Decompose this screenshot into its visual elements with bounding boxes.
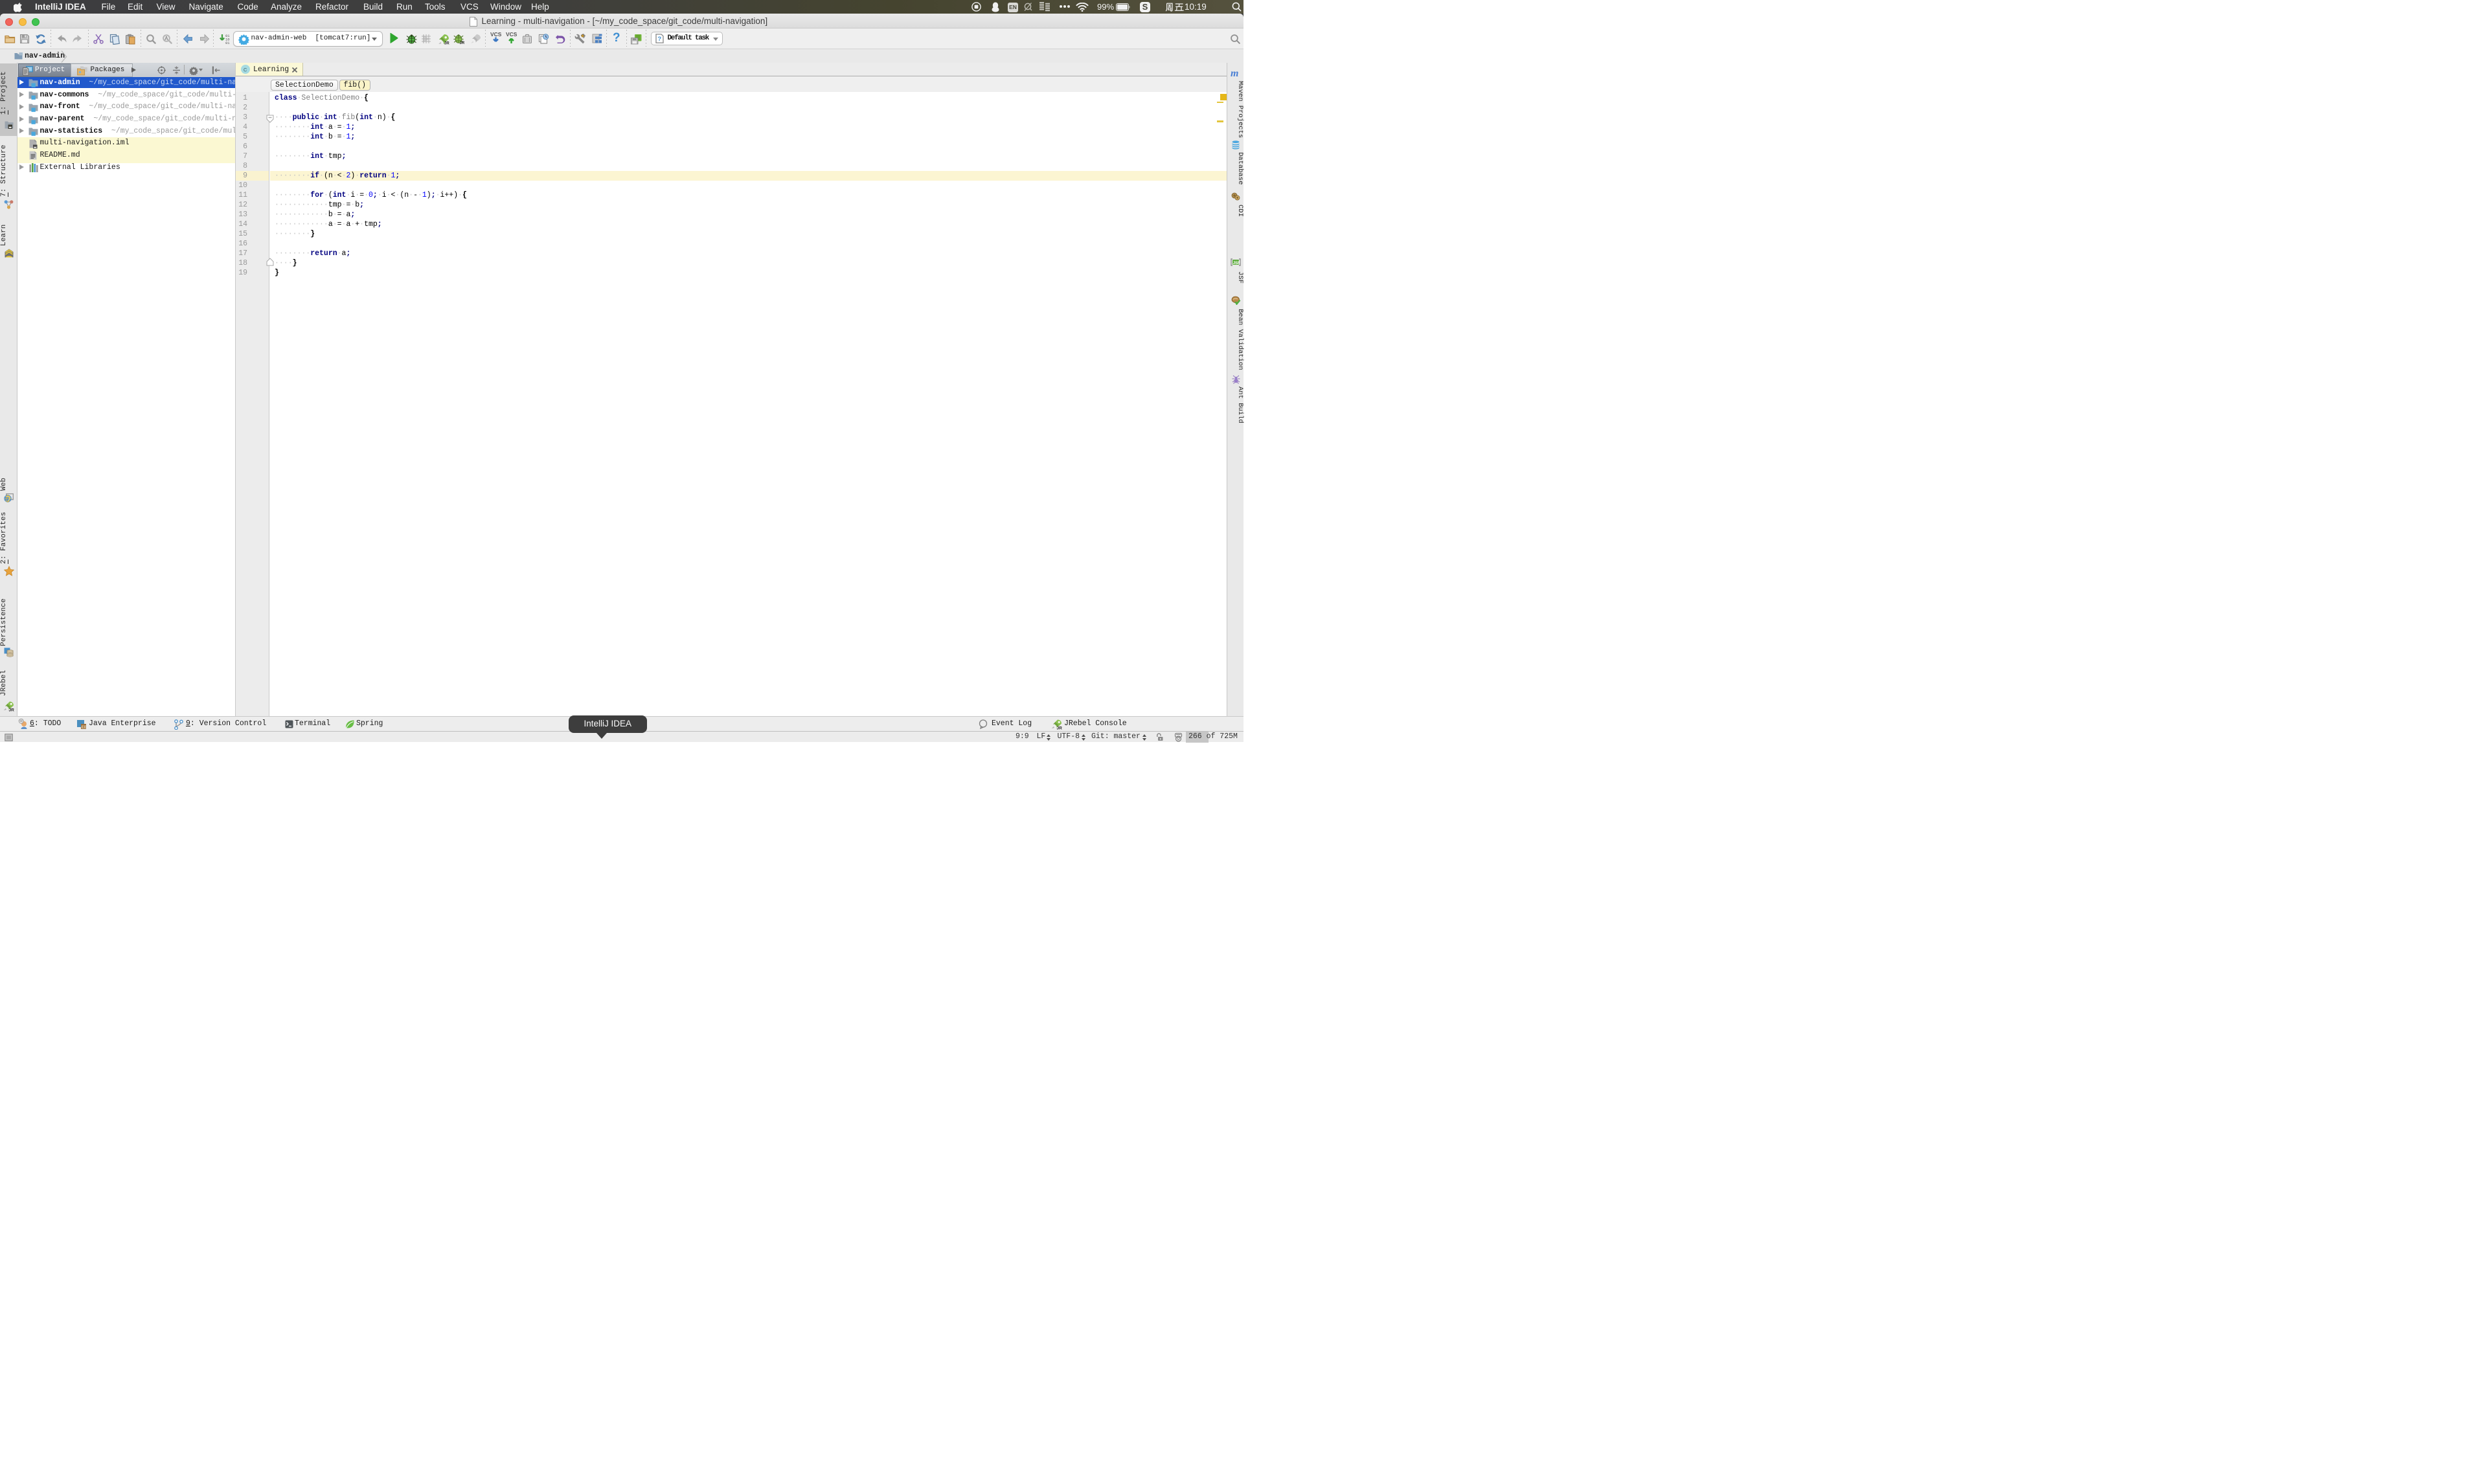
svg-text:JSF: JSF (1233, 261, 1241, 265)
svg-text:JR: JR (1057, 726, 1063, 730)
svg-text:01: 01 (225, 41, 230, 45)
svg-text:VCS: VCS (506, 31, 517, 38)
svg-text:?: ? (657, 36, 661, 43)
svg-text:JR: JR (444, 41, 449, 45)
svg-text:JR: JR (9, 708, 15, 712)
svg-text:JR: JR (460, 41, 465, 44)
svg-text:c: c (243, 67, 247, 74)
svg-text:A: A (165, 36, 168, 41)
svg-text:VCS: VCS (490, 31, 501, 38)
svg-text:EE: EE (82, 725, 86, 729)
